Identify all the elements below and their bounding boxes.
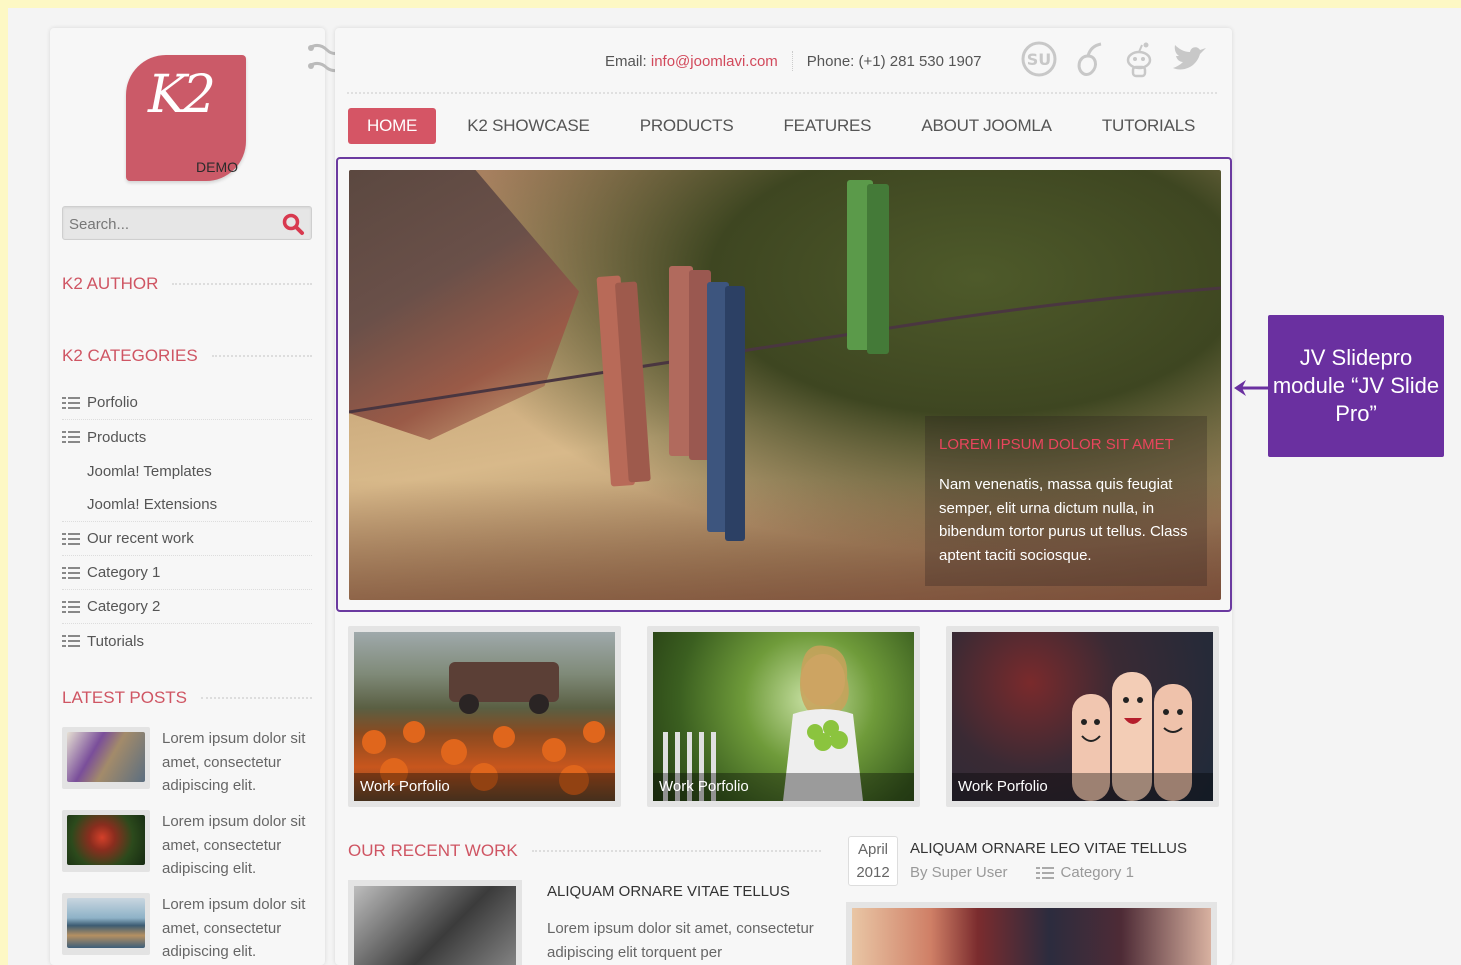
article-meta: By Super User Category 1 — [910, 864, 1134, 881]
category-item-joomla-templates[interactable]: Joomla! Templates — [62, 454, 312, 488]
main-nav: HOME K2 SHOWCASE PRODUCTS FEATURES ABOUT… — [348, 108, 1220, 144]
k2-categories-title: K2 CATEGORIES — [62, 346, 198, 365]
reddit-icon[interactable] — [1120, 40, 1158, 78]
search-input[interactable] — [69, 213, 274, 235]
k2-logo[interactable]: K2 DEMO — [126, 55, 246, 181]
post-excerpt[interactable]: Lorem ipsum dolor sit amet, consectetur … — [162, 893, 312, 964]
list-icon — [62, 396, 80, 409]
post-excerpt[interactable]: Lorem ipsum dolor sit amet, consectetur … — [162, 810, 312, 881]
logo-sub: DEMO — [196, 159, 238, 175]
category-item-category-2[interactable]: Category 2 — [62, 590, 312, 624]
search-icon[interactable] — [281, 212, 305, 236]
header-divider — [347, 92, 1217, 94]
category-label: Porfolio — [87, 394, 138, 411]
latest-posts-heading: LATEST POSTS — [62, 688, 312, 708]
category-list: Porfolio Products Joomla! Templates Joom… — [62, 386, 312, 658]
recent-work-heading: OUR RECENT WORK — [348, 841, 821, 861]
category-label: Category 2 — [87, 598, 161, 615]
recent-work-title: OUR RECENT WORK — [348, 841, 518, 860]
article-category-label: Category 1 — [1060, 864, 1134, 881]
article-image[interactable] — [846, 902, 1217, 965]
category-label: Products — [87, 428, 147, 446]
logo-mark: K2 — [148, 65, 216, 125]
main-content: Email: info@joomlavi.com Phone: (+1) 281… — [335, 28, 1232, 965]
annotation-callout: JV Slidepro module “JV Slide Pro” — [1268, 315, 1444, 457]
social-links: SU — [1020, 40, 1208, 78]
article-date: April 2012 — [848, 836, 898, 886]
post-thumbnail[interactable] — [62, 893, 150, 955]
slide-image[interactable]: LOREM IPSUM DOLOR SIT AMET Nam venenatis… — [349, 170, 1221, 600]
nav-products[interactable]: PRODUCTS — [615, 108, 759, 144]
search-box — [62, 206, 312, 240]
caption-text: Nam venenatis, massa quis feugiat semper… — [939, 476, 1188, 564]
contact-divider — [791, 51, 793, 71]
category-item-porfolio[interactable]: Porfolio — [62, 386, 312, 420]
date-month: April — [857, 841, 888, 858]
recent-work-item-title[interactable]: ALIQUAM ORNARE VITAE TELLUS — [547, 883, 790, 900]
k2-categories-heading: K2 CATEGORIES — [62, 346, 312, 366]
list-icon — [62, 431, 80, 443]
list-icon — [62, 566, 80, 579]
recent-work-thumbnail[interactable] — [348, 880, 522, 965]
caption-title[interactable]: LOREM IPSUM DOLOR SIT AMET — [939, 436, 1193, 453]
tile-label: Work Porfolio — [653, 773, 914, 801]
sidebar: K2 DEMO K2 AUTHOR K2 CATEGORIES Porfolio… — [50, 28, 350, 965]
portfolio-tile[interactable]: Work Porfolio — [647, 626, 920, 807]
category-item-joomla-extensions[interactable]: Joomla! Extensions — [62, 488, 312, 522]
nav-k2-showcase[interactable]: K2 SHOWCASE — [442, 108, 615, 144]
slideshow-highlight: LOREM IPSUM DOLOR SIT AMET Nam venenatis… — [336, 157, 1232, 612]
list-icon — [1035, 866, 1054, 879]
latest-post[interactable]: Lorem ipsum dolor sit amet, consectetur … — [62, 727, 312, 803]
latest-post[interactable]: Lorem ipsum dolor sit amet, consectetur … — [62, 893, 312, 965]
slide-caption: LOREM IPSUM DOLOR SIT AMET Nam venenatis… — [925, 416, 1207, 586]
category-label: Category 1 — [87, 564, 161, 581]
category-item-tutorials[interactable]: Tutorials — [62, 624, 312, 658]
phone-label: Phone: (+1) 281 530 1907 — [806, 52, 982, 70]
category-label: Tutorials — [87, 632, 144, 650]
arrow-left-icon — [1234, 380, 1268, 396]
svg-text:SU: SU — [1027, 50, 1052, 69]
heading-divider — [201, 697, 312, 699]
article-category[interactable]: Category 1 — [1035, 864, 1134, 881]
category-label: Our recent work — [87, 530, 194, 547]
portfolio-tile[interactable]: Work Porfolio — [348, 626, 621, 807]
post-excerpt[interactable]: Lorem ipsum dolor sit amet, consectetur … — [162, 727, 312, 798]
email-label: Email: — [605, 52, 647, 70]
heading-divider — [211, 355, 312, 357]
article-title[interactable]: ALIQUAM ORNARE LEO VITAE TELLUS — [910, 840, 1187, 857]
k2-author-heading: K2 AUTHOR — [62, 274, 312, 294]
date-year: 2012 — [856, 864, 890, 881]
post-thumbnail[interactable] — [62, 727, 150, 789]
post-thumbnail[interactable] — [62, 810, 150, 872]
stumbleupon-icon[interactable]: SU — [1020, 40, 1058, 78]
list-icon — [62, 532, 80, 545]
latest-post[interactable]: Lorem ipsum dolor sit amet, consectetur … — [62, 810, 312, 886]
nav-about-joomla[interactable]: ABOUT JOOMLA — [896, 108, 1076, 144]
latest-posts-title: LATEST POSTS — [62, 688, 188, 707]
k2-author-title: K2 AUTHOR — [62, 274, 159, 293]
recent-work-excerpt: Lorem ipsum dolor sit amet, consectetur … — [547, 920, 814, 961]
article-author[interactable]: By Super User — [910, 864, 1008, 881]
nav-home[interactable]: HOME — [348, 108, 437, 144]
heading-divider — [172, 283, 312, 285]
email-link[interactable]: info@joomlavi.com — [651, 53, 778, 70]
category-label: Joomla! Extensions — [87, 496, 218, 513]
contact-info: Email: info@joomlavi.com Phone: (+1) 281… — [605, 51, 982, 71]
category-item-category-1[interactable]: Category 1 — [62, 556, 312, 590]
list-icon — [62, 600, 80, 613]
delicious-icon[interactable] — [1070, 40, 1108, 78]
nav-features[interactable]: FEATURES — [759, 108, 897, 144]
tile-label: Work Porfolio — [952, 773, 1213, 801]
category-item-products[interactable]: Products — [62, 420, 312, 454]
category-label: Joomla! Templates — [87, 462, 212, 480]
tile-label: Work Porfolio — [354, 773, 615, 801]
heading-divider — [531, 850, 821, 852]
category-item-our-recent-work[interactable]: Our recent work — [62, 522, 312, 556]
twitter-icon[interactable] — [1170, 40, 1208, 78]
list-icon — [62, 635, 80, 647]
portfolio-tiles: Work Porfolio Work Porfolio Work Porfoli… — [348, 626, 1219, 807]
portfolio-tile[interactable]: Work Porfolio — [946, 626, 1219, 807]
nav-tutorials[interactable]: TUTORIALS — [1077, 108, 1220, 144]
